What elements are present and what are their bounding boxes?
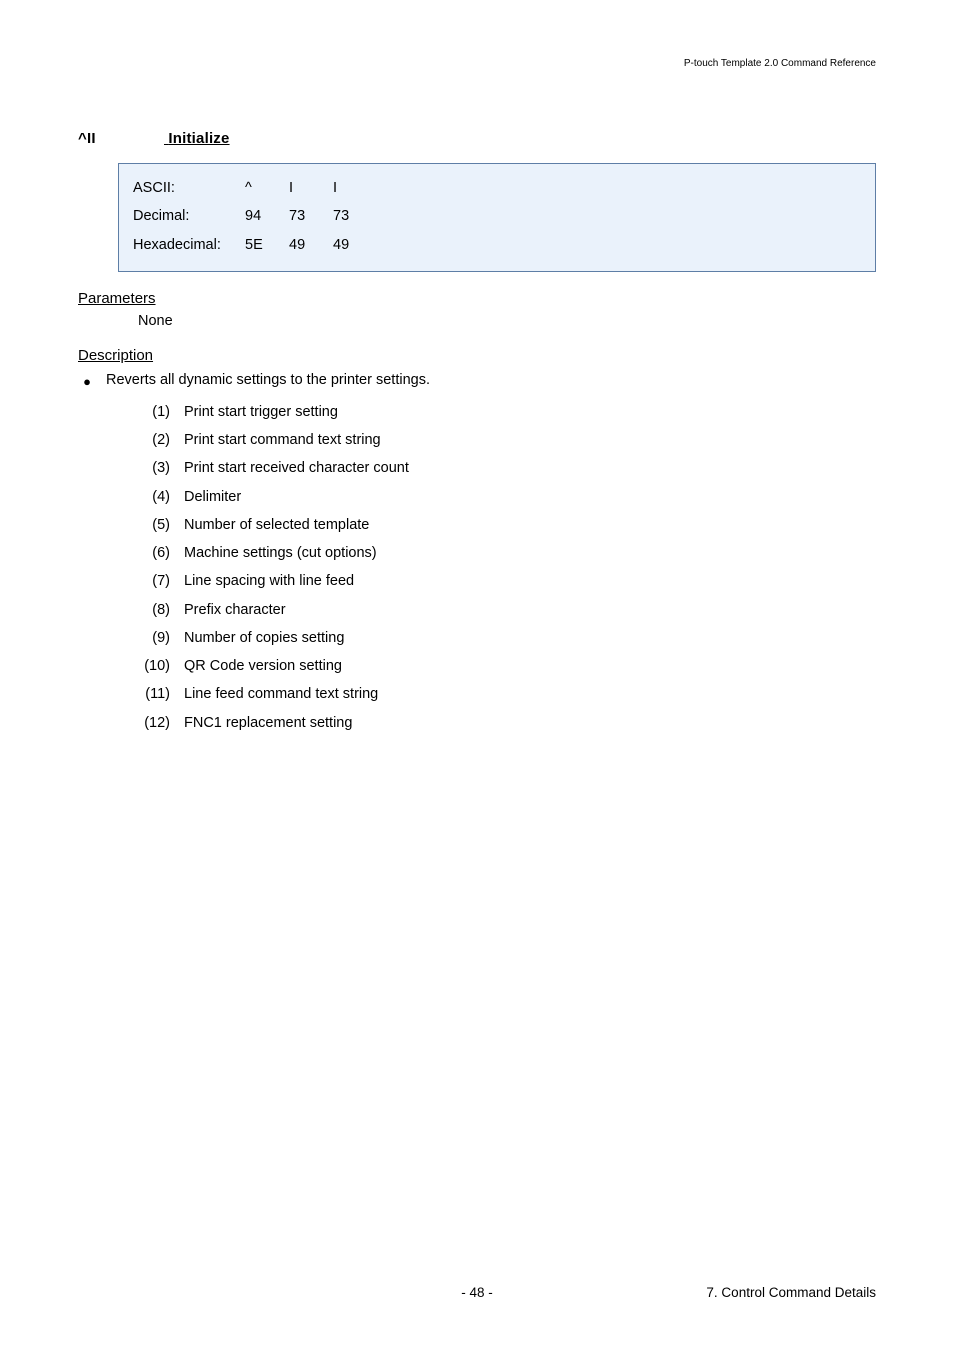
encoding-row-ascii: ASCII: ^ I I	[133, 174, 861, 202]
list-text: Print start trigger setting	[184, 398, 338, 426]
command-name: Initialize	[168, 130, 229, 147]
list-item: (12) FNC1 replacement setting	[136, 709, 876, 737]
list-item: (3) Print start received character count	[136, 454, 876, 482]
encoding-value: 49	[289, 231, 333, 259]
list-text: Number of copies setting	[184, 624, 344, 652]
encoding-row-decimal: Decimal: 94 73 73	[133, 202, 861, 230]
list-text: Machine settings (cut options)	[184, 539, 377, 567]
list-text: Line spacing with line feed	[184, 567, 354, 595]
list-item: (5) Number of selected template	[136, 511, 876, 539]
list-text: Print start command text string	[184, 426, 381, 454]
list-item: (8) Prefix character	[136, 596, 876, 624]
parameters-value: None	[138, 313, 876, 329]
list-number: (5)	[136, 511, 170, 539]
encoding-label: ASCII:	[133, 174, 245, 202]
list-item: (10) QR Code version setting	[136, 652, 876, 680]
list-item: (2) Print start command text string	[136, 426, 876, 454]
list-text: Prefix character	[184, 596, 286, 624]
list-number: (2)	[136, 426, 170, 454]
footer-section: 7. Control Command Details	[706, 1285, 876, 1300]
list-number: (10)	[136, 652, 170, 680]
description-bullet-text: Reverts all dynamic settings to the prin…	[106, 372, 430, 388]
encoding-value: 5E	[245, 231, 289, 259]
list-text: FNC1 replacement setting	[184, 709, 352, 737]
description-heading: Description	[78, 347, 876, 364]
header-doc-title: P-touch Template 2.0 Command Reference	[684, 58, 876, 69]
description-list: (1) Print start trigger setting (2) Print …	[136, 398, 876, 737]
command-code: ^II	[78, 130, 164, 147]
list-number: (7)	[136, 567, 170, 595]
parameters-heading: Parameters	[78, 290, 876, 307]
bullet-icon: ●	[78, 372, 96, 392]
list-text: QR Code version setting	[184, 652, 342, 680]
list-item: (7) Line spacing with line feed	[136, 567, 876, 595]
list-item: (4) Delimiter	[136, 483, 876, 511]
list-text: Delimiter	[184, 483, 241, 511]
description-bullet: ● Reverts all dynamic settings to the pr…	[78, 372, 876, 392]
list-number: (1)	[136, 398, 170, 426]
encoding-value: I	[333, 174, 377, 202]
list-item: (9) Number of copies setting	[136, 624, 876, 652]
list-number: (4)	[136, 483, 170, 511]
list-text: Line feed command text string	[184, 680, 378, 708]
list-text: Number of selected template	[184, 511, 369, 539]
list-number: (3)	[136, 454, 170, 482]
encoding-value: 94	[245, 202, 289, 230]
encoding-value: I	[289, 174, 333, 202]
list-number: (11)	[136, 680, 170, 708]
section-title: ^II Initialize	[78, 130, 876, 147]
list-item: (6) Machine settings (cut options)	[136, 539, 876, 567]
list-item: (1) Print start trigger setting	[136, 398, 876, 426]
encoding-value: 73	[333, 202, 377, 230]
encoding-value: ^	[245, 174, 289, 202]
encoding-row-hex: Hexadecimal: 5E 49 49	[133, 231, 861, 259]
page-number: - 48 -	[461, 1285, 493, 1300]
list-number: (6)	[136, 539, 170, 567]
list-number: (8)	[136, 596, 170, 624]
list-number: (9)	[136, 624, 170, 652]
list-number: (12)	[136, 709, 170, 737]
encoding-value: 49	[333, 231, 377, 259]
encoding-label: Decimal:	[133, 202, 245, 230]
list-text: Print start received character count	[184, 454, 409, 482]
encoding-value: 73	[289, 202, 333, 230]
encoding-label: Hexadecimal:	[133, 231, 245, 259]
encoding-box: ASCII: ^ I I Decimal: 94 73 73 Hexadecim…	[118, 163, 876, 272]
list-item: (11) Line feed command text string	[136, 680, 876, 708]
page-footer: - 48 - 7. Control Command Details	[0, 1285, 954, 1300]
